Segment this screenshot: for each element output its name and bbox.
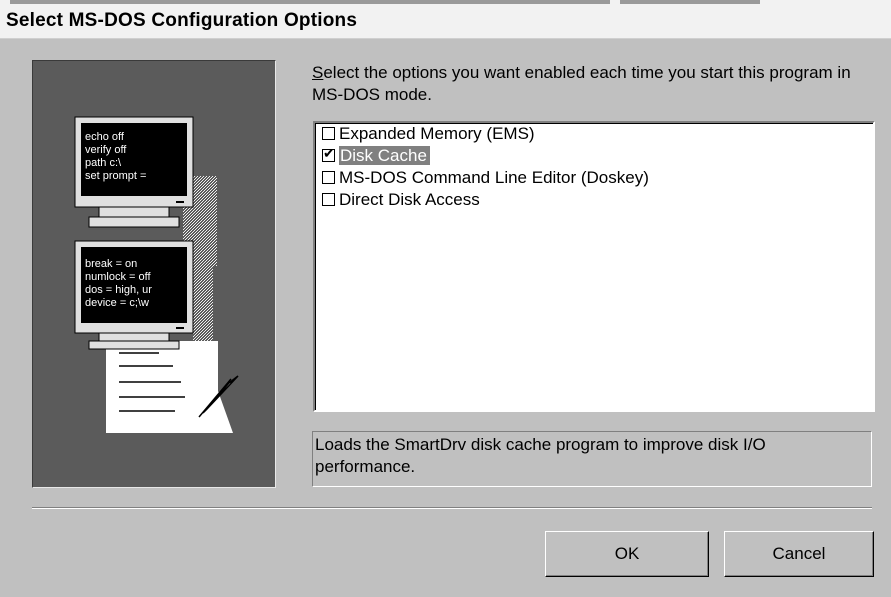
option-description: Loads the SmartDrv disk cache program to… bbox=[312, 431, 872, 487]
screen2-line: device = c;\w bbox=[85, 297, 149, 309]
screen2-line: dos = high, ur bbox=[85, 284, 152, 296]
title-bar-remnant bbox=[10, 0, 610, 4]
illustration-graphic: echo off verify off path c:\ set prompt … bbox=[74, 116, 239, 433]
option-doskey[interactable]: MS-DOS Command Line Editor (Doskey) bbox=[315, 167, 873, 189]
option-label: Expanded Memory (EMS) bbox=[339, 124, 535, 143]
checkbox-icon[interactable] bbox=[322, 127, 335, 140]
checkbox-icon[interactable] bbox=[322, 193, 335, 206]
screen2-line: break = on bbox=[85, 258, 137, 270]
title-bar-remnant bbox=[620, 0, 760, 4]
option-label: Direct Disk Access bbox=[339, 190, 480, 209]
msdos-illustration: echo off verify off path c:\ set prompt … bbox=[32, 60, 276, 488]
ok-button[interactable]: OK bbox=[545, 531, 709, 577]
window-title: Select MS-DOS Configuration Options bbox=[6, 10, 358, 31]
options-listbox[interactable]: Expanded Memory (EMS) ✔ Disk Cache MS-DOS… bbox=[313, 121, 875, 412]
separator bbox=[32, 507, 872, 509]
option-disk-cache[interactable]: ✔ Disk Cache bbox=[315, 145, 873, 167]
cancel-button[interactable]: Cancel bbox=[724, 531, 874, 577]
prompt-hotkey: S bbox=[312, 63, 324, 82]
option-label: MS-DOS Command Line Editor (Doskey) bbox=[339, 168, 649, 187]
title-bar: Select MS-DOS Configuration Options bbox=[0, 0, 891, 39]
option-expanded-memory[interactable]: Expanded Memory (EMS) bbox=[315, 123, 873, 145]
instructions-text: Select the options you want enabled each… bbox=[312, 62, 872, 106]
screen1-line: echo off bbox=[85, 131, 125, 143]
screen1-line: path c:\ bbox=[85, 157, 122, 169]
option-direct-disk-access[interactable]: Direct Disk Access bbox=[315, 189, 873, 211]
screen1-line: set prompt = bbox=[85, 170, 146, 182]
check-mark-icon: ✔ bbox=[323, 145, 335, 161]
checkbox-icon[interactable]: ✔ bbox=[322, 145, 335, 162]
checkbox-icon[interactable] bbox=[322, 171, 335, 184]
screen1-line: verify off bbox=[85, 144, 127, 156]
screen2-line: numlock = off bbox=[85, 271, 151, 283]
option-label: Disk Cache bbox=[339, 146, 430, 165]
prompt-text: elect the options you want enabled each … bbox=[312, 63, 851, 104]
